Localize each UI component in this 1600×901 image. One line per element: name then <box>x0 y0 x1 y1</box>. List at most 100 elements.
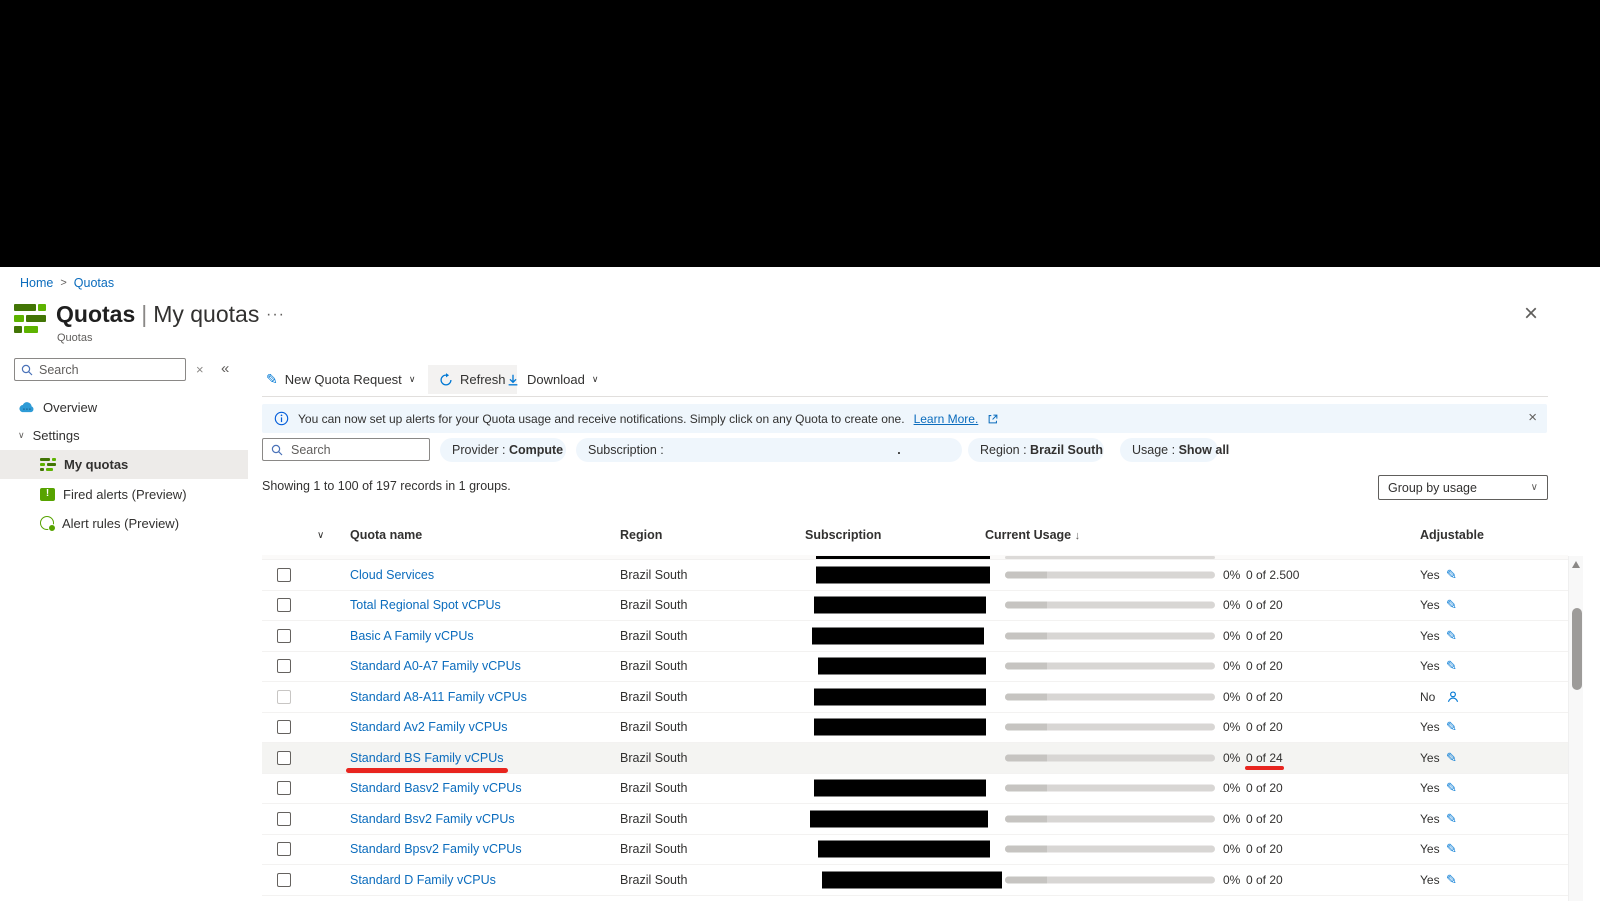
close-page-button[interactable]: × <box>1524 304 1538 324</box>
usage-percent: 0% <box>1223 659 1240 673</box>
pencil-icon[interactable]: ✎ <box>1446 658 1457 674</box>
quota-name-link[interactable]: Total Regional Spot vCPUs <box>350 598 501 612</box>
sidebar-search-clear-icon[interactable]: × <box>196 362 204 377</box>
column-current-usage[interactable]: Current Usage ↓ <box>985 528 1080 542</box>
row-checkbox[interactable] <box>277 842 291 856</box>
scrollbar-thumb[interactable] <box>1572 608 1582 690</box>
quotas-icon <box>14 304 48 333</box>
pencil-icon[interactable]: ✎ <box>1446 872 1457 888</box>
row-checkbox[interactable] <box>277 659 291 673</box>
more-options-button[interactable]: ··· <box>266 306 285 324</box>
quota-name-link[interactable]: Cloud Services <box>350 568 434 582</box>
quota-name-link[interactable]: Basic A Family vCPUs <box>350 629 474 643</box>
usage-bar <box>1005 693 1215 700</box>
pencil-icon[interactable]: ✎ <box>1446 780 1457 796</box>
filter-pill-usage[interactable]: Usage : Show all <box>1120 438 1218 462</box>
usage-count: 0 of 20 <box>1246 842 1283 856</box>
filter-pill-region[interactable]: Region : Brazil South <box>968 438 1104 462</box>
quota-name-link[interactable]: Standard Bpsv2 Family vCPUs <box>350 842 522 856</box>
column-quota-name[interactable]: Quota name <box>350 528 422 542</box>
quota-name-link[interactable]: Standard A0-A7 Family vCPUs <box>350 659 521 673</box>
sidebar-collapse-icon[interactable]: « <box>221 360 229 377</box>
row-checkbox[interactable] <box>277 690 291 704</box>
sidebar-search-placeholder: Search <box>39 363 79 377</box>
refresh-icon <box>439 373 453 387</box>
table-row[interactable]: Standard Basv2 Family vCPUs Brazil South… <box>262 774 1568 805</box>
pencil-icon[interactable]: ✎ <box>1446 719 1457 735</box>
group-expand-chevron-icon[interactable]: ∨ <box>317 530 324 541</box>
usage-count: 0 of 20 <box>1246 720 1283 734</box>
row-checkbox[interactable] <box>277 781 291 795</box>
usage-percent: 0% <box>1223 842 1240 856</box>
table-header: ∨ Quota name Region Subscription Current… <box>262 520 1568 552</box>
banner-close-icon[interactable]: × <box>1528 409 1537 426</box>
table-row[interactable]: Standard Av2 Family vCPUs Brazil South 0… <box>262 713 1568 744</box>
usage-count: 0 of 20 <box>1246 690 1283 704</box>
row-checkbox[interactable] <box>277 629 291 643</box>
learn-more-link[interactable]: Learn More. <box>914 412 979 426</box>
pencil-icon[interactable]: ✎ <box>1446 811 1457 827</box>
scroll-up-icon[interactable] <box>1572 561 1580 568</box>
sidebar-group-settings[interactable]: ∨ Settings <box>0 422 248 448</box>
usage-bar <box>1005 815 1215 822</box>
column-adjustable[interactable]: Adjustable <box>1420 528 1484 542</box>
table-row[interactable]: Total Regional Spot vCPUs Brazil South 0… <box>262 591 1568 622</box>
usage-bar <box>1005 571 1215 578</box>
row-checkbox[interactable] <box>277 751 291 765</box>
pencil-icon[interactable]: ✎ <box>1446 597 1457 613</box>
pencil-icon[interactable]: ✎ <box>1446 567 1457 583</box>
table-row[interactable]: Standard Bsv2 Family vCPUs Brazil South … <box>262 804 1568 835</box>
table-row[interactable]: Basic A Family vCPUs Brazil South 0% 0 o… <box>262 621 1568 652</box>
region-cell: Brazil South <box>620 629 687 643</box>
table-row[interactable]: Standard Bpsv2 Family vCPUs Brazil South… <box>262 835 1568 866</box>
quota-name-link[interactable]: Standard Basv2 Family vCPUs <box>350 781 522 795</box>
column-region[interactable]: Region <box>620 528 662 542</box>
quota-name-link[interactable]: Standard Bsv2 Family vCPUs <box>350 812 515 826</box>
pencil-icon[interactable]: ✎ <box>1446 628 1457 644</box>
new-quota-request-button[interactable]: ✎ New Quota Request ∨ <box>266 365 415 394</box>
page-subtitle: Quotas <box>57 332 92 344</box>
column-subscription[interactable]: Subscription <box>805 528 881 542</box>
breadcrumb-quotas-link[interactable]: Quotas <box>74 276 114 290</box>
clock-gear-icon <box>40 516 54 530</box>
info-circle-icon <box>274 411 289 426</box>
row-checkbox[interactable] <box>277 568 291 582</box>
pencil-icon[interactable]: ✎ <box>1446 841 1457 857</box>
row-checkbox[interactable] <box>277 873 291 887</box>
chevron-down-icon: ∨ <box>592 374 599 385</box>
usage-bar <box>1005 846 1215 853</box>
table-row[interactable]: Standard A8-A11 Family vCPUs Brazil Sout… <box>262 682 1568 713</box>
filter-pill-provider[interactable]: Provider : Compute <box>440 438 566 462</box>
group-by-dropdown[interactable]: Group by usage ∨ <box>1378 475 1548 500</box>
quota-name-link[interactable]: Standard BS Family vCPUs <box>350 751 504 765</box>
quota-name-link[interactable]: Standard D Family vCPUs <box>350 873 496 887</box>
refresh-button[interactable]: Refresh <box>428 365 517 394</box>
quota-filter-search-input[interactable]: Search <box>262 438 430 461</box>
table-row[interactable]: Standard A0-A7 Family vCPUs Brazil South… <box>262 652 1568 683</box>
row-checkbox[interactable] <box>277 598 291 612</box>
download-button[interactable]: Download ∨ <box>506 365 598 394</box>
filter-pill-subscription[interactable]: Subscription : . <box>576 438 962 462</box>
pencil-icon: ✎ <box>266 371 278 388</box>
adjustable-value: Yes <box>1420 720 1440 734</box>
sidebar-item-alert-rules[interactable]: Alert rules (Preview) <box>0 510 248 536</box>
sidebar-item-overview[interactable]: Overview <box>0 394 248 420</box>
table-row[interactable]: Cloud Services Brazil South 0% 0 of 2.50… <box>262 560 1568 591</box>
quota-name-link[interactable]: Standard A8-A11 Family vCPUs <box>350 690 527 704</box>
adjustable-value: Yes <box>1420 598 1440 612</box>
row-checkbox[interactable] <box>277 812 291 826</box>
quota-name-link[interactable]: Standard Av2 Family vCPUs <box>350 720 507 734</box>
table-row[interactable]: Standard D Family vCPUs Brazil South 0% … <box>262 865 1568 896</box>
table-scrollbar[interactable] <box>1568 556 1583 901</box>
table-row[interactable]: Standard BS Family vCPUs Brazil South 0%… <box>262 743 1568 774</box>
row-checkbox[interactable] <box>277 720 291 734</box>
external-link-icon[interactable] <box>987 413 999 425</box>
pencil-icon[interactable]: ✎ <box>1446 750 1457 766</box>
sidebar-item-my-quotas[interactable]: My quotas <box>0 450 248 479</box>
sidebar-item-fired-alerts[interactable]: ! Fired alerts (Preview) <box>0 481 248 507</box>
region-cell: Brazil South <box>620 751 687 765</box>
breadcrumb-home-link[interactable]: Home <box>20 276 53 290</box>
quotas-page: Home > Quotas Quotas|My quotas Quotas ··… <box>0 0 1600 901</box>
person-icon[interactable] <box>1446 690 1460 704</box>
sidebar-search-input[interactable]: Search <box>14 358 186 381</box>
